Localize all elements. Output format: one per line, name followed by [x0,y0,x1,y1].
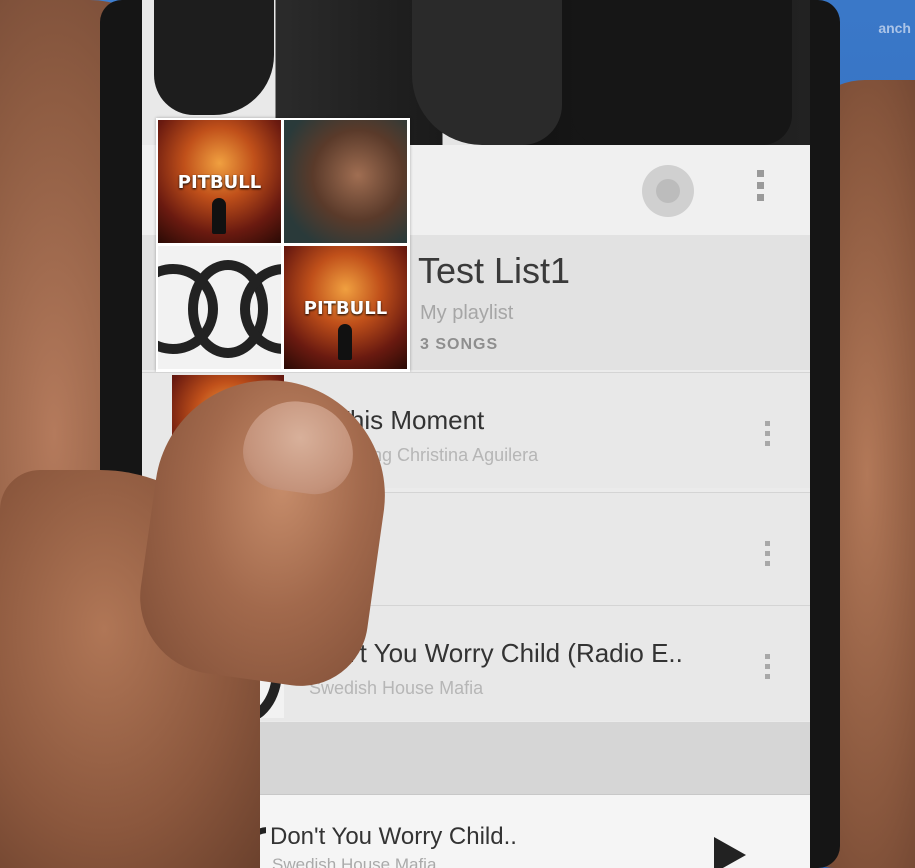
playlist-title: Test List1 [418,250,571,291]
overflow-menu-icon[interactable] [762,421,772,451]
overflow-menu-icon[interactable] [754,170,766,208]
playlist-song-count: 3 SONGS [420,336,499,353]
album-cover: PITBULL [284,246,407,369]
now-playing-artist: Swedish House Mafia [272,855,437,868]
overflow-menu-icon[interactable] [762,541,772,571]
album-cover [284,120,407,243]
song-artist: Swedish House Mafia [309,678,484,698]
playlist-subtitle: My playlist [420,302,514,324]
background-watermark: anch [878,20,911,36]
overflow-menu-icon[interactable] [762,654,772,684]
album-cover: PITBULL [158,120,281,243]
playlist-cover-collage: PITBULL PITBULL [156,118,410,372]
cover-label: PITBULL [177,172,262,193]
cover-label: PITBULL [303,298,388,319]
album-cover [158,246,281,369]
now-playing-title: Don't You Worry Child.. [270,823,517,850]
play-icon[interactable] [714,837,746,868]
disc-icon[interactable] [642,165,694,217]
